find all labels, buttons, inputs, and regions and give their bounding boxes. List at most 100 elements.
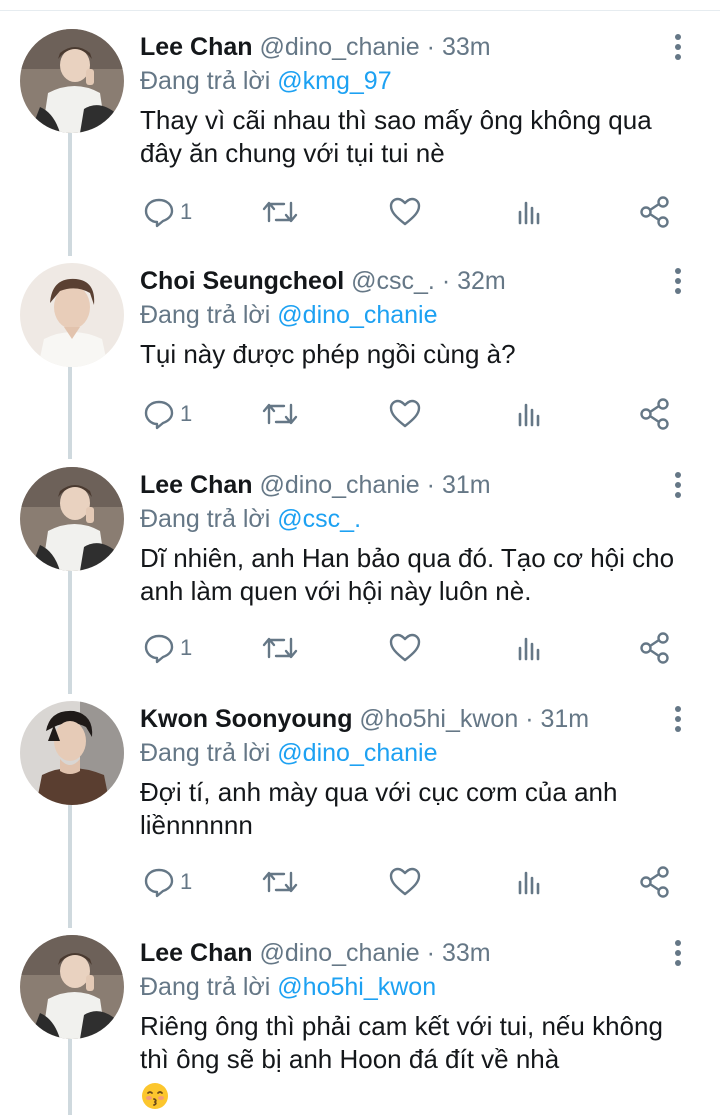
reply-count: 1: [180, 199, 193, 224]
user-handle[interactable]: @ho5hi_kwon: [359, 705, 518, 733]
analytics-button[interactable]: [516, 628, 546, 668]
retweet-button[interactable]: [260, 862, 300, 902]
display-name[interactable]: Kwon Soonyoung: [140, 705, 352, 733]
reply-button[interactable]: 1: [142, 862, 192, 902]
like-button[interactable]: [388, 862, 422, 902]
heart-icon: [389, 633, 421, 662]
comment-icon: [144, 634, 174, 664]
mention-link[interactable]: @csc_.: [277, 505, 361, 533]
reply-button[interactable]: 1: [142, 192, 192, 232]
analytics-button[interactable]: [516, 394, 546, 434]
user-handle[interactable]: @dino_chanie: [259, 471, 419, 499]
heart-icon: [389, 197, 421, 226]
replying-to-label: Đang trả lời: [140, 67, 271, 95]
more-vertical-icon[interactable]: [666, 470, 690, 500]
lee-chan-avatar[interactable]: [20, 467, 124, 571]
tweet[interactable]: Choi Seungcheol @csc_. · 32m Đang trả lờ…: [0, 248, 720, 460]
mention-link[interactable]: @kmg_97: [277, 67, 391, 95]
like-button[interactable]: [388, 394, 422, 434]
reply-count: 1: [180, 635, 193, 660]
replying-to: Đang trả lời @ho5hi_kwon: [140, 970, 690, 1004]
timestamp[interactable]: 31m: [540, 705, 589, 733]
mention-link[interactable]: @ho5hi_kwon: [277, 973, 436, 1001]
timestamp[interactable]: 33m: [442, 939, 491, 967]
comment-icon: [144, 400, 174, 430]
separator-dot: ·: [426, 939, 435, 967]
retweet-icon: [262, 871, 298, 893]
tweet-text: Riêng ông thì phải cam kết với tui, nếu …: [140, 1010, 690, 1111]
replying-to-label: Đang trả lời: [140, 739, 271, 767]
tweet-text: Tụi này được phép ngồi cùng à?: [140, 339, 516, 369]
replying-to: Đang trả lời @csc_.: [140, 502, 690, 536]
timestamp[interactable]: 31m: [442, 471, 491, 499]
tweet-header: Lee Chan @dino_chanie · 33m: [140, 936, 690, 970]
reply-button[interactable]: 1: [142, 628, 192, 668]
more-vertical-icon[interactable]: [666, 32, 690, 62]
share-icon: [640, 398, 669, 430]
separator-dot: ·: [441, 267, 451, 295]
timestamp[interactable]: 33m: [442, 33, 491, 61]
separator-dot: ·: [426, 33, 435, 61]
reply-count: 1: [180, 401, 193, 426]
retweet-button[interactable]: [260, 394, 300, 434]
tweet-header: Choi Seungcheol @csc_. · 32m: [140, 264, 690, 298]
timestamp[interactable]: 32m: [457, 267, 506, 295]
display-name[interactable]: Lee Chan: [140, 33, 253, 61]
analytics-button[interactable]: [516, 862, 546, 902]
share-button[interactable]: [638, 192, 672, 232]
reply-count: 1: [180, 869, 193, 894]
reply-button[interactable]: 1: [142, 394, 192, 434]
retweet-button[interactable]: [260, 192, 300, 232]
replying-to: Đang trả lời @kmg_97: [140, 64, 690, 98]
display-name[interactable]: Lee Chan: [140, 471, 253, 499]
separator-dot: ·: [525, 705, 534, 733]
tweet[interactable]: Lee Chan @dino_chanie · 31m Đang trả lời…: [0, 452, 720, 688]
tweet-text: Thay vì cãi nhau thì sao mấy ông không q…: [140, 105, 652, 168]
share-icon: [640, 196, 669, 228]
action-bar: 1: [140, 192, 680, 232]
action-bar: 1: [140, 394, 680, 434]
mention-link[interactable]: @dino_chanie: [277, 301, 437, 329]
display-name[interactable]: Lee Chan: [140, 939, 253, 967]
analytics-icon: [518, 403, 540, 427]
mention-link[interactable]: @dino_chanie: [277, 739, 437, 767]
choi-seungcheol-avatar[interactable]: [20, 263, 124, 367]
comment-icon: [144, 198, 174, 228]
retweet-icon: [262, 637, 298, 659]
user-handle[interactable]: @dino_chanie: [259, 33, 419, 61]
analytics-icon: [518, 637, 540, 661]
tweet-header: Lee Chan @dino_chanie · 31m: [140, 468, 690, 502]
kissing-face-emoji: [142, 1083, 168, 1110]
share-button[interactable]: [638, 394, 672, 434]
lee-chan-avatar[interactable]: [20, 29, 124, 133]
separator-dot: ·: [426, 471, 435, 499]
tweet-header: Lee Chan @dino_chanie · 33m: [140, 30, 690, 64]
replying-to: Đang trả lời @dino_chanie: [140, 298, 690, 332]
more-vertical-icon[interactable]: [666, 938, 690, 968]
replying-to-label: Đang trả lời: [140, 973, 271, 1001]
tweet[interactable]: Kwon Soonyoung @ho5hi_kwon · 31m Đang tr…: [0, 686, 720, 922]
like-button[interactable]: [388, 192, 422, 232]
action-bar: 1: [140, 862, 680, 902]
kwon-soonyoung-avatar[interactable]: [20, 701, 124, 805]
analytics-icon: [518, 201, 540, 225]
lee-chan-avatar[interactable]: [20, 935, 124, 1039]
tweet-text: Dĩ nhiên, anh Han bảo qua đó. Tạo cơ hội…: [140, 543, 675, 606]
share-icon: [640, 632, 669, 664]
share-button[interactable]: [638, 862, 672, 902]
replying-to-label: Đang trả lời: [140, 505, 271, 533]
like-button[interactable]: [388, 628, 422, 668]
analytics-icon: [518, 871, 540, 895]
user-handle[interactable]: @dino_chanie: [259, 939, 419, 967]
analytics-button[interactable]: [516, 192, 546, 232]
more-vertical-icon[interactable]: [666, 266, 690, 296]
retweet-icon: [262, 201, 298, 223]
display-name[interactable]: Choi Seungcheol: [140, 267, 344, 295]
more-vertical-icon[interactable]: [666, 704, 690, 734]
tweet[interactable]: Lee Chan @dino_chanie · 33m Đang trả lời…: [0, 920, 720, 1115]
retweet-button[interactable]: [260, 628, 300, 668]
retweet-icon: [262, 403, 298, 425]
user-handle[interactable]: @csc_.: [351, 267, 435, 295]
share-button[interactable]: [638, 628, 672, 668]
tweet[interactable]: Lee Chan @dino_chanie · 33m Đang trả lời…: [0, 14, 720, 250]
